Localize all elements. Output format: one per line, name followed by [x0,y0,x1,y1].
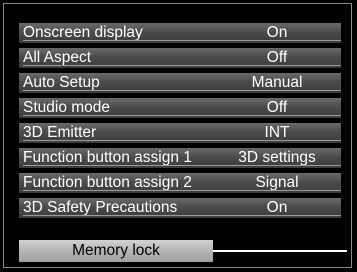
menu-row-3d-emitter[interactable]: 3D Emitter INT [19,123,341,143]
menu-row-auto-setup[interactable]: Auto Setup Manual [19,73,341,93]
menu-row-all-aspect[interactable]: All Aspect Off [19,48,341,68]
menu-row-function-button-assign-1[interactable]: Function button assign 1 3D settings [19,148,341,168]
menu-item-value[interactable]: Off [213,48,341,68]
menu-row-onscreen-display[interactable]: Onscreen display On [19,23,341,43]
menu-item-label: Studio mode [19,98,213,118]
menu-item-label: 3D Emitter [19,123,213,143]
menu-item-label: Auto Setup [19,73,213,93]
menu-item-value[interactable]: Off [213,98,341,118]
menu-item-value[interactable]: INT [213,123,341,143]
menu-item-value[interactable]: On [213,198,341,218]
menu-item-label: Onscreen display [19,23,213,43]
menu-item-value[interactable]: Signal [213,173,341,193]
menu-item-value[interactable]: Manual [213,73,341,93]
menu-item-memory-lock[interactable]: Memory lock [19,240,213,262]
selection-pointer-line [213,250,347,252]
settings-menu: Onscreen display On All Aspect Off Auto … [19,23,341,223]
menu-item-label: Function button assign 1 [19,148,213,168]
menu-row-function-button-assign-2[interactable]: Function button assign 2 Signal [19,173,341,193]
menu-item-label: All Aspect [19,48,213,68]
menu-item-label: Function button assign 2 [19,173,213,193]
menu-item-label: 3D Safety Precautions [19,198,213,218]
menu-item-value[interactable]: 3D settings [213,148,341,168]
menu-item-value[interactable]: On [213,23,341,43]
menu-row-3d-safety-precautions[interactable]: 3D Safety Precautions On [19,198,341,218]
settings-osd: Onscreen display On All Aspect Off Auto … [0,0,357,272]
menu-row-studio-mode[interactable]: Studio mode Off [19,98,341,118]
